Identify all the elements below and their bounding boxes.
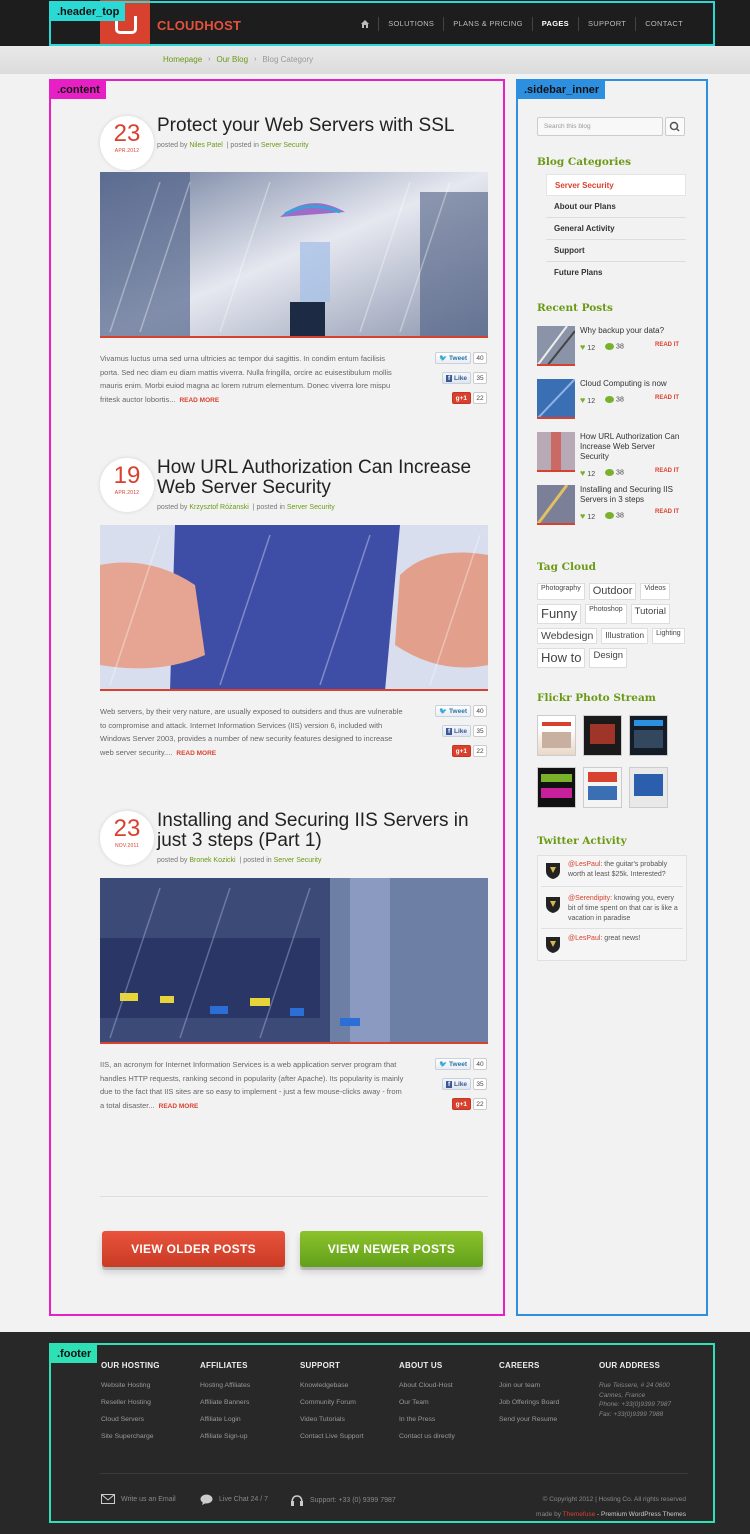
breadcrumb: Homepage › Our Blog › Blog Category [163, 55, 313, 64]
sidebar-inner-outline [516, 79, 708, 1316]
header-top-label: .header_top [51, 3, 126, 21]
header-top-outline [49, 1, 715, 46]
breadcrumb-chevron-icon: › [208, 56, 211, 63]
sidebar-inner-label: .sidebar_inner [518, 81, 606, 99]
breadcrumb-blog[interactable]: Our Blog [216, 55, 248, 64]
breadcrumb-chevron-icon: › [254, 56, 257, 63]
footer-label: .footer [51, 1345, 98, 1363]
footer-outline [49, 1343, 715, 1523]
breadcrumb-bar [0, 46, 750, 74]
breadcrumb-home[interactable]: Homepage [163, 55, 202, 64]
content-outline [49, 79, 505, 1316]
breadcrumb-current: Blog Category [262, 55, 314, 64]
content-label: .content [51, 81, 106, 99]
